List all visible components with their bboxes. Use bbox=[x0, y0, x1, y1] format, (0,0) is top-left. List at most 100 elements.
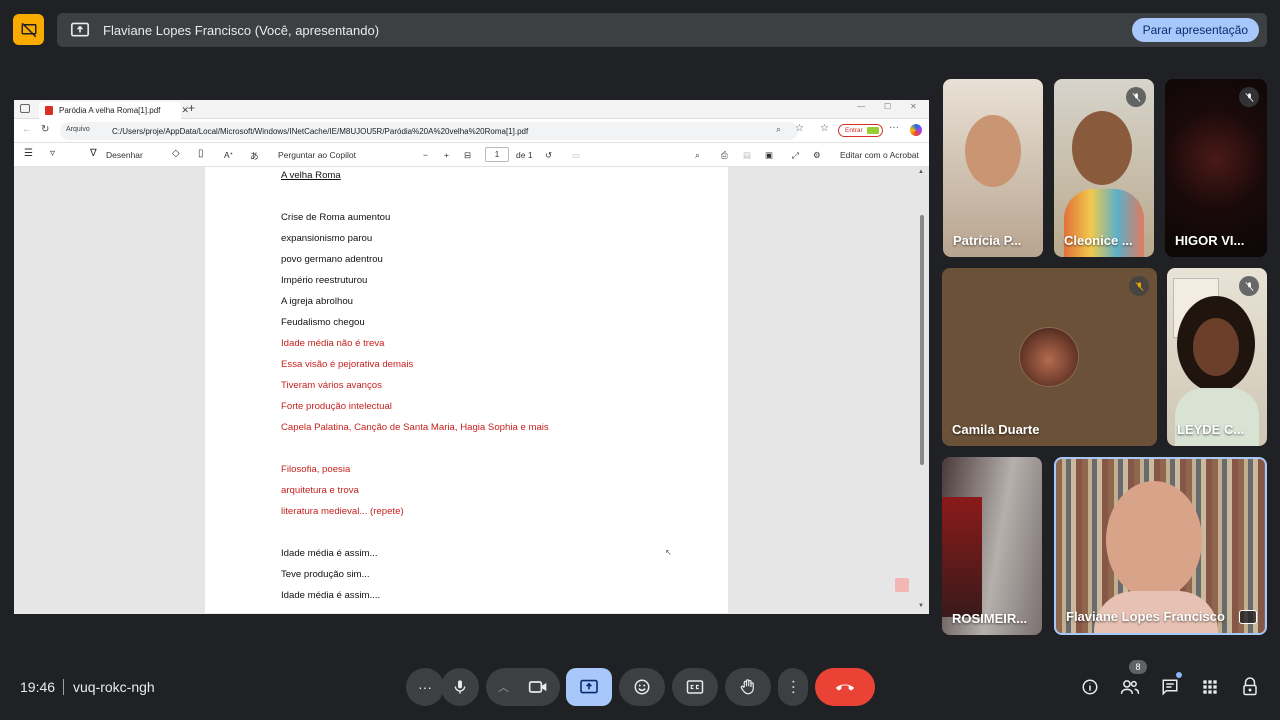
save-as-icon[interactable]: ▣ bbox=[765, 150, 773, 161]
screen-share-icon bbox=[70, 21, 90, 44]
tab-actions-icon[interactable] bbox=[20, 104, 30, 113]
muted-mic-icon bbox=[1239, 276, 1259, 296]
close-window-icon[interactable]: ✕ bbox=[910, 102, 917, 111]
eraser-icon[interactable]: ◇ bbox=[172, 148, 180, 159]
copilot-icon[interactable] bbox=[910, 124, 922, 136]
browser-tab[interactable]: Paródia A velha Roma[1].pdf ✕ bbox=[39, 102, 189, 119]
pdf-file-icon bbox=[45, 106, 53, 115]
minimize-icon[interactable]: — bbox=[857, 102, 865, 111]
draw-label[interactable]: Desenhar bbox=[106, 150, 143, 160]
participant-video bbox=[1106, 481, 1202, 599]
stop-presenting-button[interactable]: Parar apresentação bbox=[1131, 18, 1259, 42]
highlight-icon[interactable]: ▿ bbox=[50, 148, 55, 159]
contents-icon[interactable]: ☰ bbox=[24, 148, 33, 159]
mic-button[interactable] bbox=[441, 668, 479, 706]
search-icon[interactable]: ⌕ bbox=[695, 150, 700, 161]
refresh-icon[interactable]: ↻ bbox=[41, 124, 49, 135]
zoom-out-icon[interactable]: − bbox=[423, 150, 428, 160]
camera-icon[interactable] bbox=[528, 679, 548, 695]
edit-with-acrobat-button[interactable]: Editar com o Acrobat bbox=[840, 150, 919, 160]
pdf-scrollbar[interactable]: ▲ ▼ bbox=[917, 167, 927, 613]
draw-icon[interactable]: ∇ bbox=[90, 148, 97, 159]
pdf-page: A velha Roma Crise de Roma aumentou expans… bbox=[205, 167, 728, 613]
participant-name: ROSIMEIR... bbox=[952, 611, 1028, 626]
participant-tile[interactable]: Camila Duarte bbox=[942, 268, 1157, 446]
add-text-icon[interactable]: ▯ bbox=[198, 148, 204, 159]
more-options-left-button[interactable]: ··· bbox=[406, 668, 444, 706]
presenting-banner: Flaviane Lopes Francisco (Você, apresent… bbox=[57, 13, 1267, 47]
url-scheme-chip: Arquivo bbox=[66, 126, 90, 133]
favorites-icon[interactable]: ☆ bbox=[820, 123, 829, 134]
chat-icon bbox=[1162, 679, 1178, 696]
settings-gear-icon[interactable]: ⚙ bbox=[813, 150, 821, 161]
acrobat-logo-icon[interactable] bbox=[895, 578, 909, 592]
print-icon[interactable]: ⎙ bbox=[721, 150, 728, 161]
participant-tile[interactable]: HIGOR VI... bbox=[1165, 79, 1267, 257]
muted-mic-icon bbox=[1239, 87, 1259, 107]
more-vert-icon: ··· bbox=[785, 679, 802, 695]
more-menu-icon[interactable]: ··· bbox=[889, 122, 899, 133]
document-line: Teve produção sim... bbox=[281, 569, 370, 580]
leave-call-button[interactable] bbox=[815, 668, 875, 706]
sign-in-button[interactable]: Entrar bbox=[838, 124, 883, 137]
people-icon bbox=[1120, 680, 1140, 694]
document-title: A velha Roma bbox=[281, 170, 341, 181]
address-field[interactable]: Arquivo C:/Users/proje/AppData/Local/Mic… bbox=[60, 122, 798, 140]
participant-tile[interactable]: Cleonice ... bbox=[1054, 79, 1154, 257]
sign-in-label: Entrar bbox=[845, 127, 863, 134]
fit-page-icon[interactable]: ⊟ bbox=[464, 150, 471, 161]
page-view-icon[interactable]: ▭ bbox=[572, 150, 580, 161]
people-button[interactable]: 8 bbox=[1117, 660, 1147, 700]
participant-clothing bbox=[1175, 388, 1259, 446]
zoom-icon[interactable]: ⌕ bbox=[776, 124, 781, 135]
read-aloud-icon[interactable]: Aᐩ bbox=[224, 150, 233, 161]
reactions-button[interactable] bbox=[619, 668, 665, 706]
picture-in-picture-icon[interactable] bbox=[1239, 610, 1257, 624]
people-count-badge: 8 bbox=[1129, 660, 1147, 674]
chevron-up-icon[interactable]: ︿ bbox=[498, 679, 509, 695]
divider bbox=[63, 679, 64, 695]
zoom-in-icon[interactable]: + bbox=[444, 150, 449, 160]
camera-control-group[interactable]: ︿ bbox=[486, 668, 560, 706]
present-screen-button[interactable] bbox=[566, 668, 612, 706]
page-total: de 1 bbox=[516, 150, 533, 160]
participant-tile-self[interactable]: Flaviane Lopes Francisco bbox=[1054, 457, 1267, 635]
muted-mic-icon bbox=[1126, 87, 1146, 107]
captions-button[interactable] bbox=[672, 668, 718, 706]
scrollbar-thumb[interactable] bbox=[920, 215, 924, 465]
meeting-code: vuq-rokc-ngh bbox=[73, 679, 155, 695]
host-controls-button[interactable] bbox=[1237, 674, 1263, 700]
scroll-down-icon[interactable]: ▼ bbox=[918, 603, 924, 609]
favorite-star-icon[interactable]: ☆ bbox=[795, 123, 804, 134]
pdf-viewer[interactable]: A velha Roma Crise de Roma aumentou expans… bbox=[14, 167, 929, 613]
maximize-icon[interactable]: ☐ bbox=[884, 102, 891, 111]
presenting-label: Flaviane Lopes Francisco (Você, apresent… bbox=[103, 22, 380, 38]
rotate-icon[interactable]: ↺ bbox=[545, 150, 552, 161]
meeting-details-button[interactable] bbox=[1077, 674, 1103, 700]
participant-video bbox=[1072, 111, 1132, 185]
participant-tile[interactable]: LEYDE C... bbox=[1167, 268, 1267, 446]
back-icon[interactable]: ← bbox=[22, 124, 32, 135]
participant-tile[interactable]: ROSIMEIR... bbox=[942, 457, 1042, 635]
document-line: Capela Palatina, Canção de Santa Maria, … bbox=[281, 422, 549, 433]
translate-icon[interactable]: あ bbox=[250, 150, 259, 162]
participant-name: Flaviane Lopes Francisco bbox=[1066, 609, 1225, 624]
new-tab-icon[interactable]: + bbox=[188, 101, 195, 115]
more-options-button[interactable]: ··· bbox=[778, 668, 808, 706]
scroll-up-icon[interactable]: ▲ bbox=[918, 169, 924, 175]
copilot-ask-button[interactable]: Perguntar ao Copilot bbox=[278, 150, 356, 160]
info-icon bbox=[1082, 679, 1098, 695]
document-line: A igreja abrolhou bbox=[281, 296, 354, 307]
participant-tile[interactable]: Patrícia P... bbox=[943, 79, 1043, 257]
lock-person-icon bbox=[1243, 677, 1257, 696]
fullscreen-icon[interactable]: ⤢ bbox=[792, 150, 799, 161]
url-text: C:/Users/proje/AppData/Local/Microsoft/W… bbox=[112, 126, 529, 136]
page-number-input[interactable]: 1 bbox=[485, 147, 509, 162]
pdf-toolbar: ☰ ▿ ∇ Desenhar ◇ ▯ Aᐩ あ Perguntar ao Cop… bbox=[14, 143, 929, 167]
microphone-icon bbox=[454, 680, 466, 694]
chat-button[interactable] bbox=[1157, 672, 1183, 700]
muted-mic-icon bbox=[1129, 276, 1149, 296]
save-icon[interactable]: ▤ bbox=[743, 150, 751, 161]
activities-button[interactable] bbox=[1197, 674, 1223, 700]
raise-hand-button[interactable] bbox=[725, 668, 771, 706]
